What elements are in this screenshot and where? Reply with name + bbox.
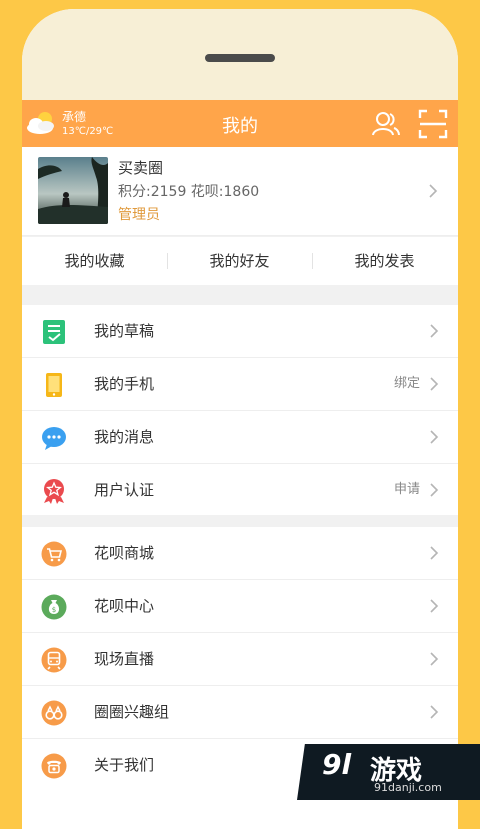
- menu-item-label: 我的消息: [94, 428, 155, 446]
- menu-item-label: 用户认证: [94, 481, 155, 499]
- chevron-right-icon: [430, 430, 439, 444]
- divider: [22, 235, 458, 236]
- profile-card[interactable]: 买卖圈 积分:2159 花呗:1860 管理员: [22, 147, 458, 235]
- menu-item-messages[interactable]: 我的消息: [22, 411, 458, 463]
- top-bar: 承德 13℃/29℃ 我的: [22, 100, 458, 147]
- watermark-logo: 9l: [322, 748, 352, 781]
- menu-item-label: 花呗中心: [94, 597, 155, 615]
- draft-icon: [43, 320, 65, 344]
- avatar: [38, 157, 108, 224]
- scan-icon[interactable]: [418, 109, 448, 139]
- menu-item-status: 绑定: [393, 376, 420, 391]
- profile-name: 买卖圈: [118, 159, 164, 177]
- menu-item-phone[interactable]: 我的手机 绑定: [22, 358, 458, 410]
- menu-item-drafts[interactable]: 我的草稿: [22, 305, 458, 357]
- menu-item-center[interactable]: $ 花呗中心: [22, 580, 458, 632]
- message-icon: [42, 427, 66, 450]
- phone-frame: 承德 13℃/29℃ 我的 买卖圈 积分:2159 花呗:1860 管理员 我的…: [22, 9, 458, 829]
- train-icon: [41, 647, 67, 673]
- profile-stats: 积分:2159 花呗:1860: [118, 184, 260, 200]
- watermark-url: 91danji.com: [374, 781, 442, 794]
- badge-icon: [44, 479, 64, 504]
- chevron-right-icon: [430, 599, 439, 613]
- telephone-icon: [41, 753, 67, 779]
- chevron-right-icon: [430, 324, 439, 338]
- chevron-right-icon: [430, 546, 439, 560]
- binoculars-icon: [41, 700, 67, 726]
- menu-item-status: 申请: [393, 482, 420, 497]
- menu-item-label: 圈圈兴趣组: [94, 703, 170, 721]
- friends-icon[interactable]: [371, 109, 401, 139]
- money-bag-icon: $: [41, 594, 67, 620]
- chevron-right-icon: [430, 377, 439, 391]
- svg-text:$: $: [52, 606, 56, 614]
- chevron-right-icon: [430, 483, 439, 497]
- menu-item-interest-group[interactable]: 圈圈兴趣组: [22, 686, 458, 738]
- menu-item-label: 我的草稿: [94, 322, 155, 340]
- menu-item-label: 我的手机: [94, 375, 155, 393]
- menu-item-verification[interactable]: 用户认证 申请: [22, 464, 458, 516]
- profile-tabs: 我的收藏 我的好友 我的发表: [22, 237, 458, 285]
- profile-role: 管理员: [118, 207, 160, 223]
- cart-icon: [41, 541, 67, 567]
- app-screen: 承德 13℃/29℃ 我的 买卖圈 积分:2159 花呗:1860 管理员 我的…: [22, 100, 458, 829]
- tab-friends[interactable]: 我的好友: [167, 237, 312, 285]
- phone-speaker: [205, 54, 275, 62]
- menu-item-live[interactable]: 现场直播: [22, 633, 458, 685]
- phone-icon: [46, 373, 62, 397]
- menu-item-label: 花呗商城: [94, 544, 155, 562]
- chevron-right-icon: [430, 652, 439, 666]
- tab-posts[interactable]: 我的发表: [312, 237, 457, 285]
- chevron-right-icon: [430, 705, 439, 719]
- tab-favorites[interactable]: 我的收藏: [22, 237, 167, 285]
- menu-item-label: 关于我们: [94, 756, 155, 774]
- menu-group-1: 我的草稿 我的手机 绑定 我的消息 用户认证 申请: [22, 305, 458, 515]
- chevron-right-icon: [429, 184, 438, 198]
- phone-top-bezel: [22, 9, 458, 100]
- menu-item-label: 现场直播: [94, 650, 155, 668]
- menu-item-mall[interactable]: 花呗商城: [22, 527, 458, 579]
